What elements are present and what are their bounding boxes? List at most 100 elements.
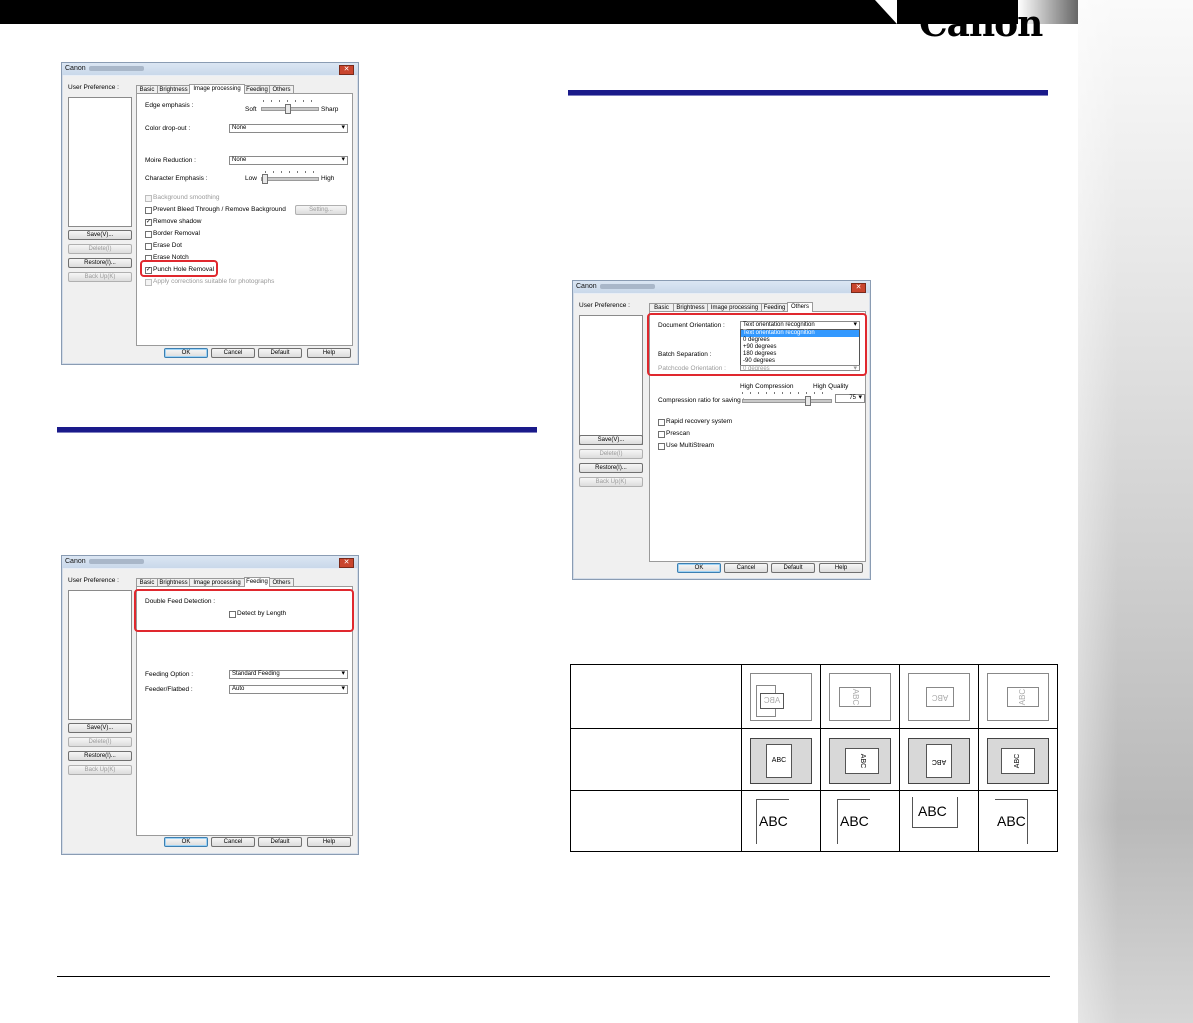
close-icon[interactable]: ✕ xyxy=(339,558,354,568)
tab-others[interactable]: Others xyxy=(787,302,813,312)
save-button[interactable]: Save(V)... xyxy=(579,435,643,445)
ok-button[interactable]: OK xyxy=(164,837,208,847)
feeding-option-label: Feeding Option : xyxy=(145,671,194,678)
checkbox-label: Border Removal xyxy=(153,230,200,237)
checkbox-label: Rapid recovery system xyxy=(666,418,733,425)
backup-button[interactable]: Back Up(K) xyxy=(68,272,132,282)
user-preference-list[interactable] xyxy=(579,315,643,445)
table-cell-feeder-0: ABC xyxy=(741,728,821,791)
save-button[interactable]: Save(V)... xyxy=(68,230,132,240)
footer-rule xyxy=(57,976,1050,977)
help-button[interactable]: Help xyxy=(307,348,351,358)
edge-emphasis-thumb[interactable] xyxy=(285,104,291,114)
tab-feeding[interactable]: Feeding xyxy=(244,577,270,587)
dialog-feeding: Canon ✕ User Preference : Save(V)... Del… xyxy=(61,555,359,855)
character-emphasis-slider[interactable] xyxy=(261,177,319,181)
save-button[interactable]: Save(V)... xyxy=(68,723,132,733)
cancel-button[interactable]: Cancel xyxy=(724,563,768,573)
character-emphasis-min: Low xyxy=(245,175,257,182)
color-drop-out-select[interactable]: None xyxy=(229,124,348,133)
help-button[interactable]: Help xyxy=(819,563,863,573)
checkbox-rapid-recovery[interactable] xyxy=(658,419,665,426)
result-text: ABC xyxy=(759,813,788,829)
tab-image-processing[interactable]: Image processing xyxy=(189,84,245,94)
setting-button[interactable]: Setting... xyxy=(295,205,347,215)
table-cell-feeder-270: ABC xyxy=(978,728,1058,791)
delete-button[interactable]: Delete(I) xyxy=(68,244,132,254)
help-button[interactable]: Help xyxy=(307,837,351,847)
close-icon[interactable]: ✕ xyxy=(851,283,866,293)
dialog-title: Canon xyxy=(573,281,870,293)
table-cell-result-90: ABC xyxy=(820,790,900,852)
sample-text: ABC xyxy=(845,747,879,774)
delete-button[interactable]: Delete(I) xyxy=(579,449,643,459)
sample-text: ABC xyxy=(839,686,871,707)
user-preference-label: User Preference : xyxy=(579,302,630,309)
highlight-box xyxy=(140,260,218,277)
feeding-option-select[interactable]: Standard Feeding xyxy=(229,670,348,679)
table-row-header xyxy=(570,664,742,729)
dialog-title: Canon xyxy=(62,556,358,568)
character-emphasis-thumb[interactable] xyxy=(262,174,268,184)
backup-button[interactable]: Back Up(K) xyxy=(579,477,643,487)
ok-button[interactable]: OK xyxy=(677,563,721,573)
tab-panel: Double Feed Detection : Detect by Length… xyxy=(134,586,354,836)
compression-label: Compression ratio for saving : xyxy=(658,397,745,404)
ok-button[interactable]: OK xyxy=(164,348,208,358)
user-preference-label: User Preference : xyxy=(68,84,119,91)
table-row-header xyxy=(570,728,742,791)
user-preference-label: User Preference : xyxy=(68,577,119,584)
table-cell-result-0: ABC xyxy=(741,790,821,852)
user-preference-list[interactable] xyxy=(68,97,132,227)
checkbox-erase-dot[interactable] xyxy=(145,243,152,250)
user-preference-list[interactable] xyxy=(68,590,132,720)
restore-button[interactable]: Restore(I)... xyxy=(579,463,643,473)
result-text: ABC xyxy=(997,813,1026,829)
checkbox-border-removal[interactable] xyxy=(145,231,152,238)
feeder-flatbed-select[interactable]: Auto xyxy=(229,685,348,694)
compression-spinner[interactable]: 75 xyxy=(835,394,865,403)
checkbox-prescan[interactable] xyxy=(658,431,665,438)
edge-emphasis-min: Soft xyxy=(245,106,257,113)
compression-slider[interactable] xyxy=(742,399,832,403)
cancel-button[interactable]: Cancel xyxy=(211,837,255,847)
close-icon[interactable]: ✕ xyxy=(339,65,354,75)
restore-button[interactable]: Restore(I)... xyxy=(68,751,132,761)
table-cell-flatbed-180: ABC xyxy=(899,664,979,729)
header-bar-notch xyxy=(875,0,897,24)
checkbox-apply-corrections[interactable] xyxy=(145,279,152,286)
cancel-button[interactable]: Cancel xyxy=(211,348,255,358)
edge-emphasis-label: Edge emphasis : xyxy=(145,102,194,109)
table-cell-result-270: ABC xyxy=(978,790,1058,852)
moire-reduction-select[interactable]: None xyxy=(229,156,348,165)
table-cell-flatbed-270: ABC xyxy=(978,664,1058,729)
compression-thumb[interactable] xyxy=(805,396,811,406)
checkbox-label: Use MultiStream xyxy=(666,442,715,449)
edge-emphasis-max: Sharp xyxy=(321,106,339,113)
default-button[interactable]: Default xyxy=(771,563,815,573)
table-row-header xyxy=(570,790,742,852)
compression-ticks xyxy=(742,392,826,394)
compression-max-label: High Quality xyxy=(813,383,849,390)
checkbox-label: Remove shadow xyxy=(153,218,202,225)
dialog-title: Canon xyxy=(62,63,358,75)
default-button[interactable]: Default xyxy=(258,837,302,847)
checkbox-label: Detect by Length xyxy=(237,610,287,617)
character-ticks xyxy=(265,171,315,173)
restore-button[interactable]: Restore(I)... xyxy=(68,258,132,268)
color-drop-out-label: Color drop-out : xyxy=(145,125,191,132)
checkbox-remove-shadow[interactable]: ✓ xyxy=(145,219,152,226)
tab-panel: Document Orientation : Text orientation … xyxy=(647,311,867,562)
checkbox-background-smoothing[interactable] xyxy=(145,195,152,202)
feeder-flatbed-label: Feeder/Flatbed : xyxy=(145,686,193,693)
sample-text: ABC xyxy=(926,686,954,707)
table-cell-flatbed-90: ABC xyxy=(820,664,900,729)
checkbox-prevent-bleed-through[interactable] xyxy=(145,207,152,214)
backup-button[interactable]: Back Up(K) xyxy=(68,765,132,775)
highlight-box xyxy=(647,313,867,376)
tab-panel: Edge emphasis : Soft Sharp Color drop-ou… xyxy=(136,93,353,346)
checkbox-detect-by-length[interactable] xyxy=(229,611,236,618)
default-button[interactable]: Default xyxy=(258,348,302,358)
checkbox-use-multistream[interactable] xyxy=(658,443,665,450)
delete-button[interactable]: Delete(I) xyxy=(68,737,132,747)
